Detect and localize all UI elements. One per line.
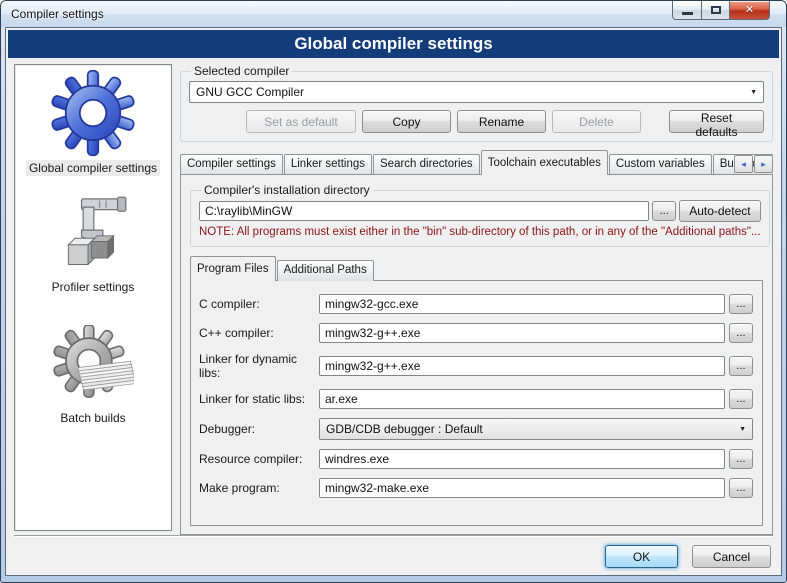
close-icon: ✕ bbox=[745, 5, 754, 16]
field-row: Debugger: GDB/CDB debugger : Default ▼ bbox=[199, 418, 753, 440]
settings-tab[interactable]: Linker settings bbox=[284, 154, 372, 175]
field-input[interactable] bbox=[319, 323, 725, 343]
field-input[interactable] bbox=[319, 294, 725, 314]
field-row: C++ compiler: mingw32-g++.exe ▼ ... bbox=[199, 323, 753, 343]
field-row: Resource compiler: windres.exe ▼ ... bbox=[199, 449, 753, 469]
selected-compiler-legend: Selected compiler bbox=[191, 64, 292, 78]
sidebar-item-label: Batch builds bbox=[57, 410, 128, 426]
minimize-icon bbox=[682, 12, 693, 15]
minimize-button[interactable] bbox=[672, 1, 701, 20]
field-row: Linker for dynamic libs: mingw32-g++.exe… bbox=[199, 352, 753, 380]
field-row: Make program: mingw32-make.exe ▼ ... bbox=[199, 478, 753, 498]
window-title: Compiler settings bbox=[11, 7, 104, 21]
compiler-action-button[interactable]: Reset defaults bbox=[669, 110, 764, 133]
program-files-section: Program FilesAdditional Paths C compiler… bbox=[190, 256, 763, 526]
arrow-right-icon: ▸ bbox=[761, 159, 766, 169]
field-label: C++ compiler: bbox=[199, 326, 319, 340]
titlebar[interactable]: Compiler settings bbox=[1, 1, 786, 27]
footer: OK Cancel bbox=[6, 535, 781, 575]
separator-line bbox=[14, 535, 773, 537]
installation-directory-legend: Compiler's installation directory bbox=[201, 183, 373, 197]
field-input[interactable] bbox=[319, 389, 725, 409]
toolchain-tab-panel: Compiler's installation directory ... Au… bbox=[180, 174, 773, 535]
sidebar-item-label: Profiler settings bbox=[49, 279, 138, 295]
settings-tab[interactable]: Custom variables bbox=[609, 154, 712, 175]
compiler-action-button[interactable]: Set as default bbox=[246, 110, 356, 133]
caliper-cubes-icon bbox=[52, 194, 134, 276]
content: Global compiler settings bbox=[6, 64, 781, 535]
debugger-combobox[interactable]: GDB/CDB debugger : Default ▼ bbox=[319, 418, 753, 440]
field-label: Debugger: bbox=[199, 422, 319, 436]
browse-button[interactable]: ... bbox=[729, 323, 753, 343]
selected-compiler-group: Selected compiler GNU GCC Compiler ▼ Set… bbox=[180, 64, 773, 142]
program-tabstrip: Program FilesAdditional Paths bbox=[190, 256, 763, 281]
settings-tab[interactable]: Compiler settings bbox=[180, 154, 283, 175]
browse-button[interactable]: ... bbox=[729, 449, 753, 469]
settings-tab[interactable]: Toolchain executables bbox=[481, 150, 608, 175]
tab-scroll-right-button[interactable]: ▸ bbox=[754, 155, 773, 173]
auto-detect-button[interactable]: Auto-detect bbox=[679, 200, 760, 222]
sidebar-item-global-compiler-settings[interactable]: Global compiler settings bbox=[26, 69, 160, 176]
chevron-down-icon: ▼ bbox=[739, 426, 746, 433]
browse-button[interactable]: ... bbox=[729, 389, 753, 409]
program-tab[interactable]: Additional Paths bbox=[277, 260, 374, 281]
window-controls: ✕ bbox=[672, 1, 770, 20]
browse-button[interactable]: ... bbox=[729, 478, 753, 498]
field-label: C compiler: bbox=[199, 297, 319, 311]
field-input[interactable] bbox=[319, 449, 725, 469]
field-label: Linker for dynamic libs: bbox=[199, 352, 319, 380]
close-button[interactable]: ✕ bbox=[729, 1, 770, 20]
cancel-button[interactable]: Cancel bbox=[692, 545, 771, 568]
field-label: Make program: bbox=[199, 481, 319, 495]
sidebar-item-batch-builds[interactable]: Batch builds bbox=[52, 325, 134, 426]
sidebar-item-profiler-settings[interactable]: Profiler settings bbox=[49, 194, 138, 295]
program-tab[interactable]: Program Files bbox=[190, 256, 276, 281]
field-input[interactable] bbox=[319, 356, 725, 376]
field-label: Linker for static libs: bbox=[199, 392, 319, 406]
tab-scroll-buttons: ◂ ▸ bbox=[733, 155, 773, 173]
browse-button[interactable]: ... bbox=[729, 294, 753, 314]
note-text: NOTE: All programs must exist either in … bbox=[199, 226, 761, 238]
compiler-combobox[interactable]: GNU GCC Compiler ▼ bbox=[189, 81, 764, 103]
installation-directory-input[interactable] bbox=[199, 201, 649, 221]
browse-directory-button[interactable]: ... bbox=[652, 201, 676, 221]
maximize-button[interactable] bbox=[701, 1, 729, 20]
debugger-combobox-value: GDB/CDB debugger : Default bbox=[326, 422, 483, 436]
ok-button[interactable]: OK bbox=[605, 545, 678, 568]
compiler-settings-window: Compiler settings ✕ Global compiler sett… bbox=[0, 0, 787, 583]
arrow-left-icon: ◂ bbox=[741, 159, 746, 169]
sidebar-item-label: Global compiler settings bbox=[26, 160, 160, 176]
sidebar: Global compiler settings bbox=[14, 64, 172, 531]
compiler-buttons: Set as default Copy Rename Delete Reset defa… bbox=[189, 110, 764, 133]
maximize-icon bbox=[711, 6, 721, 14]
field-label: Resource compiler: bbox=[199, 452, 319, 466]
dialog-header: Global compiler settings bbox=[8, 30, 779, 58]
blue-gear-icon bbox=[49, 69, 137, 157]
compiler-action-button[interactable]: Rename bbox=[457, 110, 546, 133]
main-panel: Selected compiler GNU GCC Compiler ▼ Set… bbox=[180, 64, 773, 535]
gray-gear-stack-icon bbox=[52, 325, 134, 407]
program-files-panel: C compiler: mingw32-gcc.exe ▼ ... C++ co… bbox=[190, 280, 763, 526]
installation-directory-group: Compiler's installation directory ... Au… bbox=[190, 183, 770, 247]
field-row: C compiler: mingw32-gcc.exe ▼ ... bbox=[199, 294, 753, 314]
settings-tabstrip: ◂ ▸ Compiler settingsLinker settingsSear… bbox=[180, 150, 773, 175]
page-title: Global compiler settings bbox=[294, 34, 492, 54]
compiler-action-button[interactable]: Delete bbox=[552, 110, 641, 133]
compiler-combobox-value: GNU GCC Compiler bbox=[196, 85, 304, 99]
dialog-body: Global compiler settings bbox=[5, 27, 782, 576]
browse-button[interactable]: ... bbox=[729, 356, 753, 376]
chevron-down-icon: ▼ bbox=[750, 89, 757, 96]
settings-tab[interactable]: Search directories bbox=[373, 154, 480, 175]
tab-scroll-left-button[interactable]: ◂ bbox=[734, 155, 753, 173]
field-input[interactable] bbox=[319, 478, 725, 498]
field-row: Linker for static libs: ar.exe ▼ ... bbox=[199, 389, 753, 409]
compiler-action-button[interactable]: Copy bbox=[362, 110, 451, 133]
